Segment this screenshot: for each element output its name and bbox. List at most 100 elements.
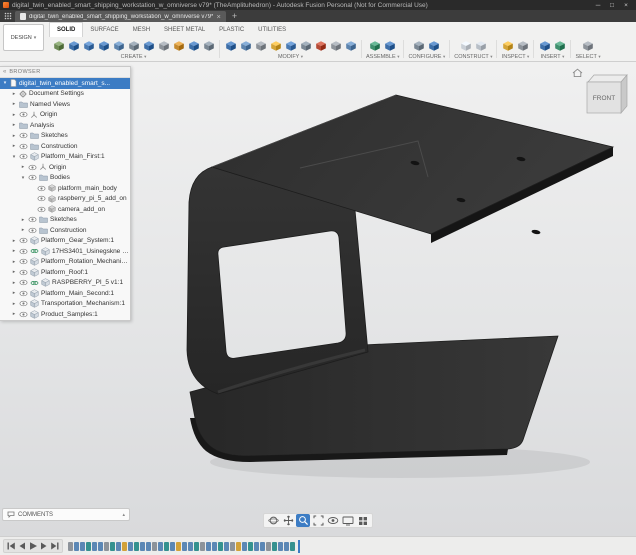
create-tool-icon[interactable] [157, 39, 170, 52]
browser-row-origin[interactable]: ▸Origin [0, 162, 130, 173]
timeline-feature-icon[interactable] [290, 542, 295, 551]
eye-icon[interactable] [19, 269, 28, 276]
file-tab[interactable]: digital_twin_enabled_smart_shipping_work… [15, 11, 226, 22]
browser-row-document-settings[interactable]: ▸Document Settings [0, 89, 130, 100]
display-tool-icon[interactable] [341, 514, 355, 527]
expand-right-icon[interactable]: ▸ [11, 290, 17, 296]
viewcube[interactable]: FRONT [572, 68, 628, 124]
eye-icon[interactable] [19, 248, 28, 255]
timeline-feature-icon[interactable] [212, 542, 217, 551]
create-tool-icon[interactable] [52, 39, 65, 52]
modify-tool-icon[interactable] [269, 39, 282, 52]
browser-row-digital-twin-enabled-smart-s[interactable]: ▾digital_twin_enabled_smart_s... [0, 78, 130, 89]
browser-row-origin[interactable]: ▸Origin [0, 110, 130, 121]
browser-row-sketches[interactable]: ▸Sketches [0, 215, 130, 226]
expand-right-icon[interactable]: ▸ [11, 248, 17, 254]
browser-row-platform-main-second-1[interactable]: ▸Platform_Main_Second:1 [0, 288, 130, 299]
modify-tool-icon[interactable] [314, 39, 327, 52]
eye-icon[interactable] [19, 300, 28, 307]
expand-right-icon[interactable]: ▸ [11, 280, 17, 286]
skip-start-button[interactable] [6, 541, 16, 551]
timeline-feature-icon[interactable] [74, 542, 79, 551]
timeline-feature-icon[interactable] [230, 542, 235, 551]
group-label-select[interactable]: SELECT ▾ [575, 54, 600, 60]
group-label-insert[interactable]: INSERT ▾ [541, 54, 565, 60]
create-tool-icon[interactable] [112, 39, 125, 52]
maximize-button[interactable]: □ [605, 0, 619, 10]
ribbon-tab-sheet-metal[interactable]: SHEET METAL [157, 22, 212, 37]
expand-right-icon[interactable]: ▸ [11, 301, 17, 307]
look-tool-icon[interactable] [326, 514, 340, 527]
eye-icon[interactable] [37, 195, 46, 202]
browser-row-named-views[interactable]: ▸Named Views [0, 99, 130, 110]
create-tool-icon[interactable] [142, 39, 155, 52]
timeline-feature-icon[interactable] [92, 542, 97, 551]
group-label-modify[interactable]: MODIFY ▾ [278, 54, 303, 60]
eye-icon[interactable] [19, 258, 28, 265]
eye-icon[interactable] [37, 206, 46, 213]
modify-tool-icon[interactable] [329, 39, 342, 52]
home-icon[interactable] [573, 69, 582, 76]
timeline-feature-icon[interactable] [224, 542, 229, 551]
timeline-feature-icon[interactable] [146, 542, 151, 551]
eye-icon[interactable] [28, 227, 37, 234]
skip-end-button[interactable] [50, 541, 60, 551]
workspace-selector[interactable]: DESIGN ▾ [3, 24, 44, 51]
timeline-feature-icon[interactable] [266, 542, 271, 551]
create-tool-icon[interactable] [202, 39, 215, 52]
expand-right-icon[interactable]: ▸ [11, 91, 17, 97]
minimize-button[interactable]: ─ [591, 0, 605, 10]
play-button[interactable] [28, 541, 38, 551]
expand-down-icon[interactable]: ▾ [2, 80, 8, 86]
eye-icon[interactable] [28, 174, 37, 181]
assemble-tool-icon[interactable] [369, 39, 382, 52]
timeline-feature-icon[interactable] [86, 542, 91, 551]
timeline-feature-icon[interactable] [170, 542, 175, 551]
modify-tool-icon[interactable] [239, 39, 252, 52]
ribbon-tab-solid[interactable]: SOLID [49, 22, 83, 37]
close-button[interactable]: × [619, 0, 633, 10]
configure-tool-icon[interactable] [413, 39, 426, 52]
zoom-tool-icon[interactable] [296, 514, 310, 527]
browser-row-platform-main-body[interactable]: platform_main_body [0, 183, 130, 194]
new-tab-button[interactable]: + [226, 10, 243, 22]
viewcube-cube[interactable]: FRONT [587, 75, 627, 113]
ribbon-tab-plastic[interactable]: PLASTIC [212, 22, 251, 37]
timeline-feature-icon[interactable] [278, 542, 283, 551]
step-forward-button[interactable] [39, 541, 49, 551]
timeline-feature-icon[interactable] [194, 542, 199, 551]
ribbon-tab-surface[interactable]: SURFACE [83, 22, 125, 37]
create-tool-icon[interactable] [127, 39, 140, 52]
grid-tool-icon[interactable] [356, 514, 370, 527]
modify-tool-icon[interactable] [344, 39, 357, 52]
expand-right-icon[interactable]: ▸ [11, 269, 17, 275]
eye-icon[interactable] [19, 111, 28, 118]
expand-right-icon[interactable]: ▸ [20, 164, 26, 170]
group-label-construct[interactable]: CONSTRUCT ▾ [454, 54, 492, 60]
step-back-button[interactable] [17, 541, 27, 551]
viewport-canvas[interactable]: « BROWSER ▾digital_twin_enabled_smart_s.… [0, 62, 636, 536]
timeline-feature-icon[interactable] [284, 542, 289, 551]
construct-tool-icon[interactable] [459, 39, 472, 52]
group-label-assemble[interactable]: ASSEMBLE ▾ [366, 54, 399, 60]
timeline-feature-icon[interactable] [98, 542, 103, 551]
create-tool-icon[interactable] [97, 39, 110, 52]
group-label-configure[interactable]: CONFIGURE ▾ [408, 54, 445, 60]
eye-icon[interactable] [28, 216, 37, 223]
timeline-feature-icon[interactable] [128, 542, 133, 551]
ribbon-tab-utilities[interactable]: UTILITIES [251, 22, 293, 37]
browser-row-17hs3401-usinegskne-v[interactable]: ▸17HS3401_Usinegskne v... [0, 246, 130, 257]
expand-down-icon[interactable]: ▾ [11, 154, 17, 160]
timeline-feature-icon[interactable] [176, 542, 181, 551]
timeline-feature-icon[interactable] [140, 542, 145, 551]
group-label-create[interactable]: CREATE ▾ [121, 54, 147, 60]
timeline-feature-icon[interactable] [122, 542, 127, 551]
browser-row-platform-roof-1[interactable]: ▸Platform_Roof:1 [0, 267, 130, 278]
timeline-feature-icon[interactable] [248, 542, 253, 551]
timeline-feature-icon[interactable] [260, 542, 265, 551]
timeline-feature-icon[interactable] [164, 542, 169, 551]
tab-close-icon[interactable]: × [216, 13, 220, 21]
timeline-feature-icon[interactable] [116, 542, 121, 551]
modify-tool-icon[interactable] [224, 39, 237, 52]
eye-icon[interactable] [19, 143, 28, 150]
